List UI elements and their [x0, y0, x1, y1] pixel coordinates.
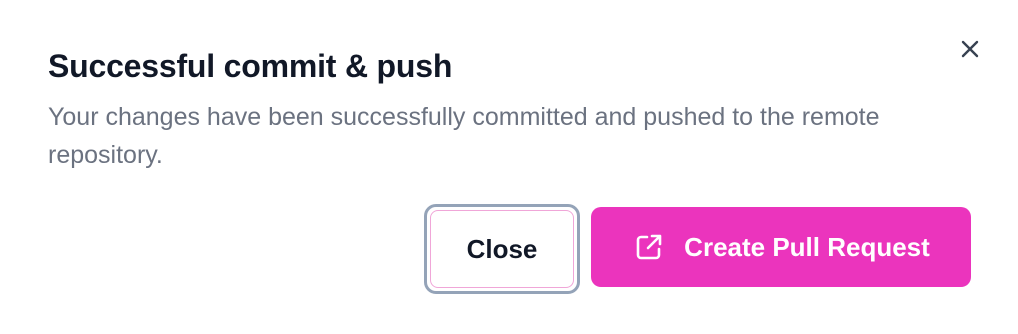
success-dialog: Successful commit & push Your changes ha… — [0, 0, 1018, 334]
create-pull-request-label: Create Pull Request — [684, 231, 930, 262]
close-button-focus-ring: Close — [424, 204, 580, 294]
dialog-title: Successful commit & push — [48, 48, 453, 84]
external-link-icon — [632, 230, 666, 264]
close-icon[interactable] — [955, 34, 985, 64]
close-button[interactable]: Close — [430, 210, 574, 288]
create-pull-request-button[interactable]: Create Pull Request — [591, 207, 971, 287]
dialog-message: Your changes have been successfully comm… — [48, 103, 880, 169]
close-x-icon — [961, 40, 979, 58]
